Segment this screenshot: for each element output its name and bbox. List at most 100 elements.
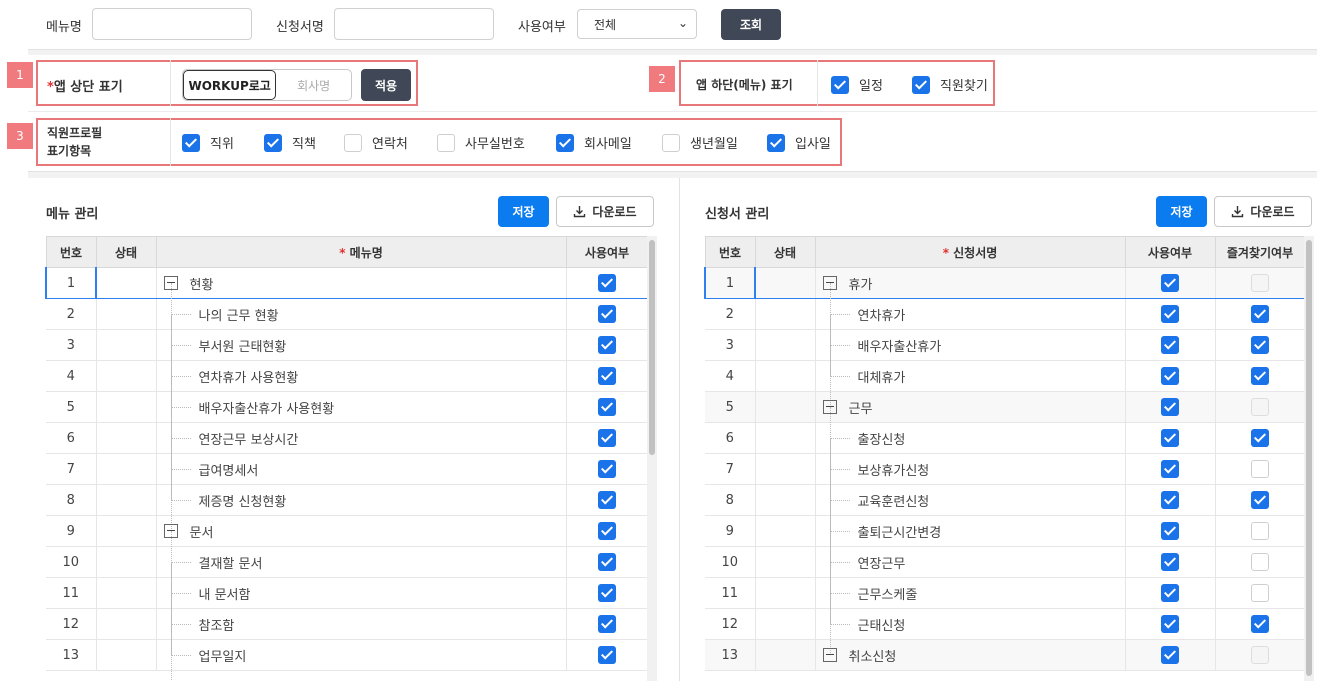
- checkbox-checked-icon[interactable]: [1161, 305, 1179, 323]
- checkbox-checked-icon[interactable]: [1161, 336, 1179, 354]
- use-checkbox-cell[interactable]: [566, 360, 649, 392]
- profile-item-contact[interactable]: 연락처: [344, 133, 408, 152]
- checkbox-checked-icon[interactable]: [598, 336, 616, 354]
- checkbox-checked-icon[interactable]: [912, 75, 930, 94]
- name-cell[interactable]: 연장근무: [815, 531, 1126, 593]
- checkbox-checked-icon[interactable]: [767, 133, 785, 152]
- form-save-button[interactable]: 저장: [1156, 196, 1207, 227]
- table-row[interactable]: 7 급여명세서: [46, 438, 649, 500]
- checkbox-checked-icon[interactable]: [1161, 491, 1179, 509]
- checkbox-checked-icon[interactable]: [1161, 646, 1179, 664]
- table-row[interactable]: 2 연차휴가: [705, 283, 1306, 345]
- use-checkbox-cell[interactable]: [566, 298, 649, 330]
- use-checkbox-cell[interactable]: [1125, 639, 1216, 671]
- name-cell[interactable]: 부서원 근태현황: [156, 314, 567, 376]
- checkbox-checked-icon[interactable]: [1251, 336, 1269, 354]
- table-row[interactable]: 8 제증명 신청현황: [46, 469, 649, 531]
- checkbox-checked-icon[interactable]: [1161, 584, 1179, 602]
- favorite-checkbox-cell[interactable]: [1215, 298, 1306, 330]
- profile-item-office-phone[interactable]: 사무실번호: [437, 133, 525, 152]
- table-row[interactable]: 13 업무일지: [46, 624, 649, 681]
- use-checkbox-cell[interactable]: [566, 422, 649, 454]
- workup-logo-option[interactable]: WORKUP로고: [183, 70, 277, 100]
- use-checkbox-cell[interactable]: [1125, 391, 1216, 423]
- favorite-checkbox-cell[interactable]: [1215, 453, 1306, 485]
- name-cell[interactable]: 출퇴근시간변경: [815, 500, 1126, 562]
- use-checkbox-cell[interactable]: [566, 391, 649, 423]
- name-cell[interactable]: 근태신청: [815, 593, 1126, 655]
- form-name-input[interactable]: [334, 8, 494, 40]
- name-cell[interactable]: 휴가: [815, 267, 1126, 299]
- favorite-checkbox-cell[interactable]: [1215, 329, 1306, 361]
- checkbox-unchecked-icon[interactable]: [437, 133, 455, 152]
- company-name-option[interactable]: 회사명: [276, 70, 351, 100]
- table-row[interactable]: 8 교육훈련신청: [705, 469, 1306, 531]
- use-checkbox-cell[interactable]: [1125, 298, 1216, 330]
- name-cell[interactable]: 업무일지: [156, 624, 567, 681]
- table-row[interactable]: 10 결재할 문서: [46, 531, 649, 593]
- use-checkbox-cell[interactable]: [566, 329, 649, 361]
- table-row[interactable]: 1 휴가: [704, 267, 1306, 299]
- profile-item-title[interactable]: 직책: [264, 133, 316, 152]
- checkbox-checked-icon[interactable]: [598, 615, 616, 633]
- profile-item-birthdate[interactable]: 생년월일: [662, 133, 738, 152]
- table-row[interactable]: 7 보상휴가신청: [705, 438, 1306, 500]
- checkbox-checked-icon[interactable]: [598, 398, 616, 416]
- search-button[interactable]: 조회: [721, 9, 781, 40]
- table-row[interactable]: 11 근무스케줄: [705, 562, 1306, 624]
- table-row[interactable]: 11 내 문서함: [46, 562, 649, 624]
- use-checkbox-cell[interactable]: [1125, 329, 1216, 361]
- checkbox-checked-icon[interactable]: [598, 584, 616, 602]
- table-row[interactable]: 9 문서: [46, 515, 649, 547]
- use-checkbox-cell[interactable]: [1125, 267, 1216, 299]
- checkbox-checked-icon[interactable]: [598, 367, 616, 385]
- use-checkbox-cell[interactable]: [566, 546, 649, 578]
- menu-scrollbar[interactable]: [647, 236, 657, 681]
- checkbox-unchecked-icon[interactable]: [662, 133, 680, 152]
- name-cell[interactable]: 보상휴가신청: [815, 438, 1126, 500]
- name-cell[interactable]: 연차휴가: [815, 283, 1126, 345]
- checkbox-checked-icon[interactable]: [1251, 367, 1269, 385]
- form-download-button[interactable]: 다운로드: [1214, 196, 1312, 227]
- bottom-item-find-staff[interactable]: 직원찾기: [912, 75, 988, 94]
- profile-item-join-date[interactable]: 입사일: [767, 133, 831, 152]
- scrollbar-thumb[interactable]: [649, 240, 655, 455]
- table-row[interactable]: 6 연장근무 보상시간: [46, 407, 649, 469]
- name-cell[interactable]: 연차휴가 사용현황: [156, 345, 567, 407]
- name-cell[interactable]: 문서: [156, 515, 567, 547]
- apply-button[interactable]: 적용: [361, 69, 411, 101]
- use-checkbox-cell[interactable]: [1125, 515, 1216, 547]
- table-row[interactable]: 2 나의 근무 현황: [46, 283, 649, 345]
- checkbox-checked-icon[interactable]: [1161, 522, 1179, 540]
- checkbox-checked-icon[interactable]: [1161, 615, 1179, 633]
- favorite-checkbox-cell[interactable]: [1215, 608, 1306, 640]
- use-checkbox-cell[interactable]: [1125, 577, 1216, 609]
- scrollbar-thumb[interactable]: [1306, 240, 1312, 676]
- favorite-checkbox-cell[interactable]: [1215, 546, 1306, 578]
- checkbox-checked-icon[interactable]: [1161, 367, 1179, 385]
- checkbox-checked-icon[interactable]: [1161, 460, 1179, 478]
- checkbox-checked-icon[interactable]: [1251, 305, 1269, 323]
- checkbox-checked-icon[interactable]: [1161, 429, 1179, 447]
- checkbox-checked-icon[interactable]: [556, 133, 574, 152]
- table-row[interactable]: 5 배우자출산휴가 사용현황: [46, 376, 649, 438]
- favorite-checkbox-cell[interactable]: [1215, 360, 1306, 392]
- checkbox-checked-icon[interactable]: [1251, 615, 1269, 633]
- table-row[interactable]: 1 현황: [45, 267, 649, 299]
- use-checkbox-cell[interactable]: [1125, 484, 1216, 516]
- checkbox-unchecked-icon[interactable]: [344, 133, 362, 152]
- name-cell[interactable]: 내 문서함: [156, 562, 567, 624]
- checkbox-checked-icon[interactable]: [831, 75, 849, 94]
- name-cell[interactable]: 결재할 문서: [156, 531, 567, 593]
- favorite-checkbox-cell[interactable]: [1215, 577, 1306, 609]
- bottom-item-schedule[interactable]: 일정: [831, 75, 883, 94]
- use-checkbox-cell[interactable]: [566, 515, 649, 547]
- checkbox-checked-icon[interactable]: [264, 133, 282, 152]
- menu-save-button[interactable]: 저장: [498, 196, 549, 227]
- use-checkbox-cell[interactable]: [1125, 360, 1216, 392]
- table-row[interactable]: 4 대체휴가: [705, 345, 1306, 407]
- use-checkbox-cell[interactable]: [566, 484, 649, 516]
- checkbox-unchecked-icon[interactable]: [1251, 553, 1269, 571]
- table-row[interactable]: 5 근무: [705, 391, 1306, 423]
- table-row[interactable]: 12 참조함: [46, 593, 649, 655]
